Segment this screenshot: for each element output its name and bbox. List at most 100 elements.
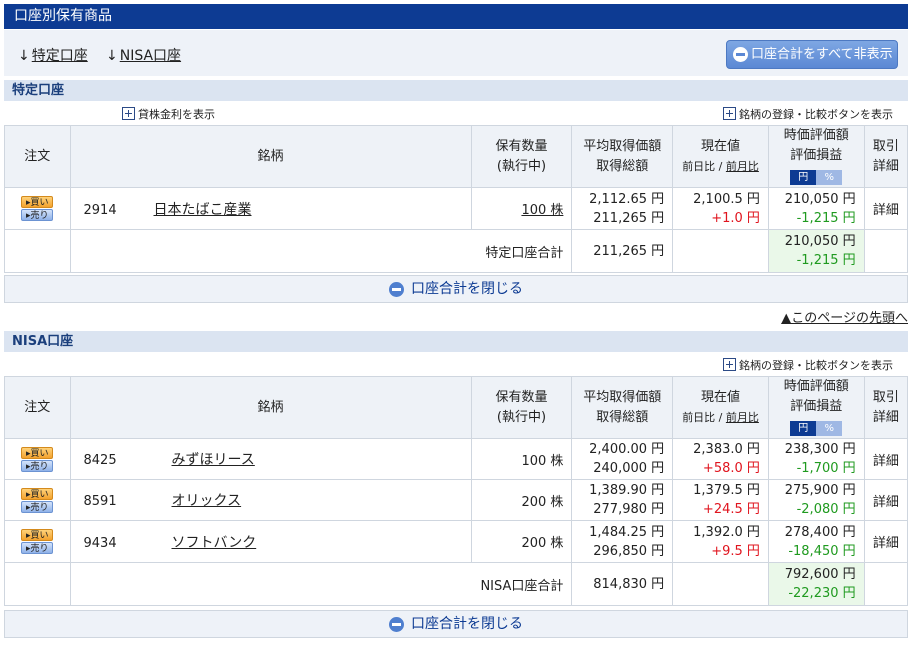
qty-cell: 100 株	[470, 438, 573, 480]
jump-nisa-link[interactable]: ↓ NISA口座	[106, 45, 181, 65]
market-value: 210,050 円	[784, 191, 856, 207]
show-register-buttons-link[interactable]: 銘柄の登録・比較ボタンを表示	[723, 357, 893, 373]
sell-button[interactable]: ▸売り	[21, 500, 54, 513]
page-top-link[interactable]: ▲このページの先頭へ	[781, 307, 908, 326]
total-value-cell: 792,600 円 -22,230 円	[767, 562, 865, 606]
stock-name-link[interactable]: オリックス	[172, 493, 242, 509]
empty-cell	[4, 229, 71, 273]
plus-icon	[122, 107, 135, 120]
header-avg: 平均取得価額 取得総額	[571, 125, 674, 188]
profit-loss: -2,080 円	[796, 502, 856, 517]
total-label: NISA口座合計	[69, 562, 573, 606]
stock-code: 8591	[83, 494, 117, 509]
table-row: ▸買い ▸売り 8425 みずほリース 100 株 2,400.00 円 240,0…	[4, 438, 909, 480]
yen-pct-toggle[interactable]: 円%	[790, 418, 843, 436]
minus-circle-icon	[389, 617, 404, 632]
stock-cell: 2914 日本たばこ産業	[69, 187, 472, 230]
section-header-tokutei: 特定口座	[4, 80, 908, 101]
header-detail: 取引 詳細	[863, 125, 909, 188]
detail-link[interactable]: 詳細	[863, 479, 909, 521]
header-avg: 平均取得価額 取得総額	[571, 376, 674, 439]
header-stock: 銘柄	[69, 376, 472, 439]
total-cost: 240,000 円	[593, 461, 665, 476]
detail-link[interactable]: 詳細	[863, 520, 909, 563]
header-detail-line1: 取引	[872, 389, 899, 405]
empty-cell	[4, 562, 71, 606]
header-price-line1: 現在値	[701, 389, 741, 405]
qty-cell: 200 株	[470, 520, 573, 563]
empty-cell	[672, 562, 769, 606]
stock-cell: 9434 ソフトバンク	[69, 520, 472, 563]
header-avg-line2: 取得総額	[596, 158, 649, 174]
buy-button[interactable]: ▸買い	[21, 529, 54, 541]
toggle-yen[interactable]: 円	[790, 170, 817, 185]
empty-cell	[863, 229, 909, 273]
empty-cell	[863, 562, 909, 606]
total-row: 特定口座合計 211,265 円 210,050 円 -1,215 円	[4, 229, 909, 273]
month-change-link[interactable]: 前月比	[726, 160, 759, 173]
stock-name-link[interactable]: みずほリース	[172, 452, 255, 468]
buy-button[interactable]: ▸買い	[21, 487, 54, 500]
profit-loss: -1,700 円	[796, 461, 856, 476]
header-price: 現在値 前日比 / 前月比	[672, 125, 769, 188]
separator: /	[715, 410, 726, 424]
table-row: ▸買い ▸売り 2914 日本たばこ産業 100 株 2,112.65 円 211,…	[4, 187, 909, 230]
yen-pct-toggle[interactable]: 円%	[790, 167, 843, 185]
price-cell: 1,379.5 円 +24.5 円	[672, 479, 769, 521]
avg-cell: 2,400.00 円 240,000 円	[571, 438, 674, 480]
stock-code: 2914	[83, 202, 117, 218]
stock-code: 8425	[83, 453, 117, 468]
avg-price: 2,112.65 円	[589, 191, 665, 207]
total-cost-cell: 211,265 円	[571, 229, 674, 273]
avg-cell: 1,389.90 円 277,980 円	[571, 479, 674, 521]
jump-tokutei-link[interactable]: ↓ 特定口座	[18, 45, 88, 65]
header-qty-line2: (執行中)	[496, 409, 547, 425]
plus-icon	[723, 107, 736, 120]
close-total-nisa-button[interactable]: 口座合計を閉じる	[4, 610, 908, 638]
nisa-holdings-table: 注文 銘柄 保有数量 (執行中) 平均取得価額 取得総額 現在値 前日比 / 前月比 …	[4, 376, 909, 606]
avg-price: 2,400.00 円	[589, 442, 665, 457]
close-total-tokutei-button[interactable]: 口座合計を閉じる	[4, 275, 908, 303]
order-cell: ▸買い ▸売り	[4, 479, 71, 521]
detail-link[interactable]: 詳細	[863, 187, 909, 230]
avg-cell: 1,484.25 円 296,850 円	[571, 520, 674, 563]
header-price-line1: 現在値	[701, 138, 741, 154]
total-value-cell: 210,050 円 -1,215 円	[767, 229, 865, 273]
account-nav-bar: ↓ 特定口座 ↓ NISA口座 口座合計をすべて非表示	[4, 30, 908, 76]
header-stock: 銘柄	[69, 125, 472, 188]
buy-button[interactable]: ▸買い	[21, 446, 54, 459]
stock-name-link[interactable]: ソフトバンク	[172, 535, 257, 551]
current-price: 2,100.5 円	[693, 191, 760, 207]
show-register-buttons-label: 銘柄の登録・比較ボタンを表示	[739, 108, 893, 121]
total-cost: 211,265 円	[593, 210, 665, 226]
qty-link[interactable]: 100 株	[470, 187, 573, 230]
current-price: 1,379.5 円	[693, 483, 760, 498]
jump-tokutei-label: 特定口座	[31, 48, 88, 64]
market-value: 278,400 円	[784, 524, 856, 540]
section-header-nisa: NISA口座	[4, 331, 908, 352]
header-value-line2: 評価損益	[790, 399, 843, 414]
hide-all-totals-label: 口座合計をすべて非表示	[751, 47, 893, 62]
order-cell: ▸買い ▸売り	[4, 438, 71, 480]
month-change-link[interactable]: 前月比	[726, 411, 759, 424]
show-lending-rate-link[interactable]: 貸株金利を表示	[122, 106, 215, 122]
close-total-label: 口座合計を閉じる	[411, 281, 523, 297]
sell-button[interactable]: ▸売り	[21, 209, 54, 221]
show-register-buttons-link[interactable]: 銘柄の登録・比較ボタンを表示	[723, 106, 893, 122]
toggle-yen[interactable]: 円	[790, 421, 817, 436]
qty-cell: 200 株	[470, 479, 573, 521]
buy-button[interactable]: ▸買い	[21, 196, 54, 208]
stock-code: 9434	[83, 535, 117, 551]
toggle-pct[interactable]: %	[816, 170, 843, 185]
detail-link[interactable]: 詳細	[863, 438, 909, 480]
stock-name-link[interactable]: 日本たばこ産業	[154, 202, 252, 218]
sell-button[interactable]: ▸売り	[21, 459, 54, 472]
toggle-pct[interactable]: %	[816, 421, 843, 436]
total-market-value: 210,050 円	[784, 234, 856, 249]
hide-all-totals-button[interactable]: 口座合計をすべて非表示	[726, 40, 898, 69]
value-cell: 210,050 円 -1,215 円	[767, 187, 865, 230]
separator: /	[715, 159, 726, 173]
header-value: 時価評価額 評価損益円%	[767, 376, 865, 439]
header-avg-line2: 取得総額	[596, 409, 649, 425]
sell-button[interactable]: ▸売り	[21, 542, 54, 554]
